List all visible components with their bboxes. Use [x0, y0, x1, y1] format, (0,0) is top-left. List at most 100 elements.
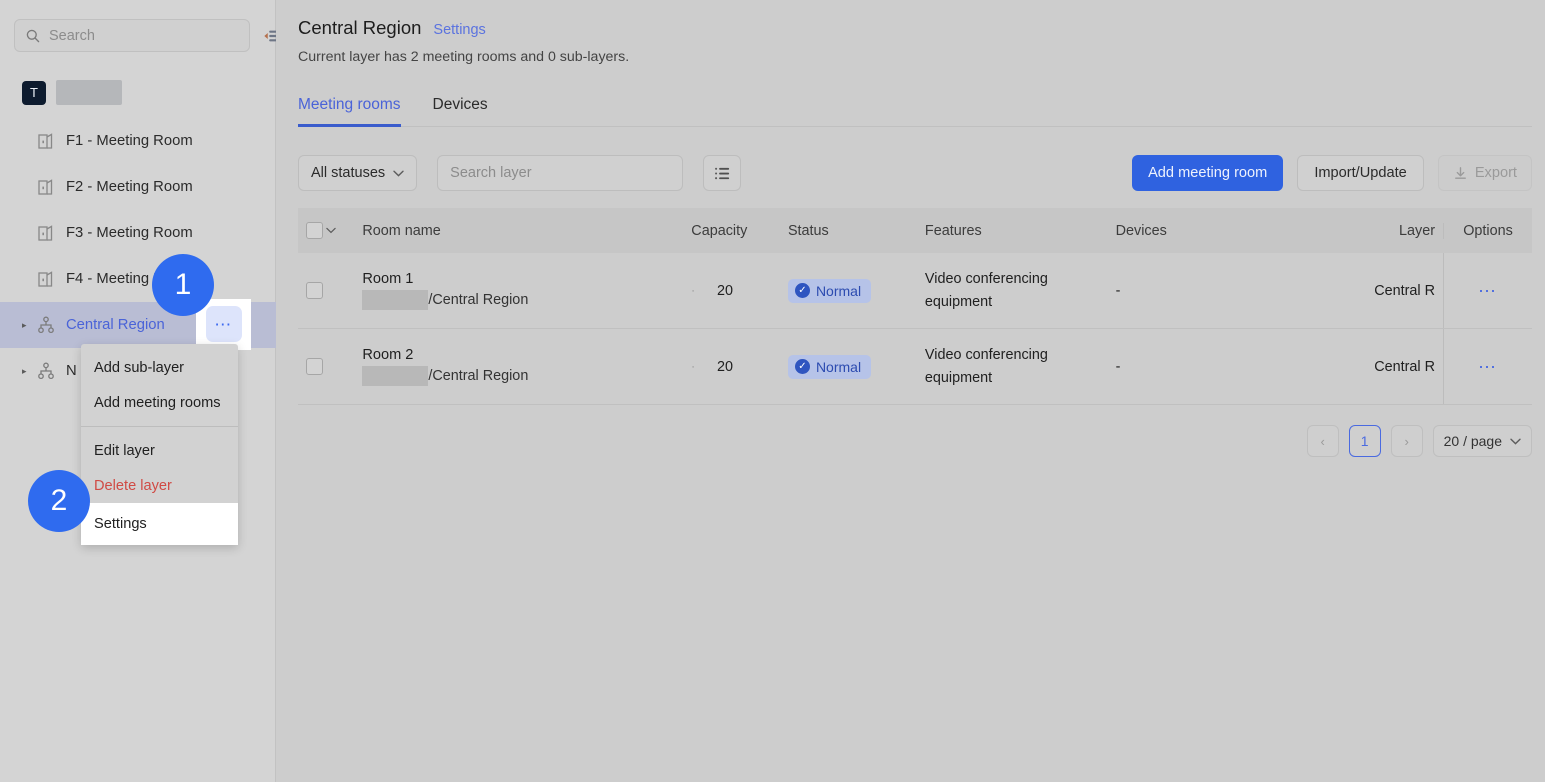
features-text: Video conferencing equipment: [924, 271, 1048, 310]
row-checkbox[interactable]: [306, 282, 323, 299]
status-badge: ✓ Normal: [787, 354, 872, 379]
column-header-capacity: Capacity: [691, 222, 748, 239]
column-header-devices: Devices: [1115, 222, 1167, 239]
menu-item-delete-layer[interactable]: Delete layer: [81, 468, 238, 503]
table-header-row: Room name Capacity Status Features Devic…: [298, 208, 1532, 253]
room-path-redacted: [362, 290, 429, 310]
room-path-suffix: /Central Region: [428, 368, 529, 384]
ellipsis-icon: ⋯: [214, 314, 234, 334]
org-logo: T: [22, 80, 46, 105]
search-layer-input[interactable]: Search layer: [437, 155, 684, 191]
table-toolbar: All statuses Search layer Add meeting ro…: [298, 155, 1532, 191]
cell-devices: -: [1115, 358, 1121, 375]
check-circle-icon: ✓: [794, 283, 810, 298]
list-settings-icon: [714, 167, 729, 179]
sidebar-item-f4-meeting-room[interactable]: F4 - Meeting Room: [0, 256, 276, 302]
cell-devices: -: [1115, 282, 1121, 299]
capacity-value: 20: [716, 282, 733, 299]
menu-item-add-meeting-rooms[interactable]: Add meeting rooms: [81, 385, 238, 420]
expand-caret-icon[interactable]: ▸: [22, 320, 36, 330]
column-header-options: Options: [1443, 222, 1532, 239]
table-row[interactable]: Room 2 /Central Region · 20 ✓ Normal Vid…: [298, 329, 1532, 405]
column-header-layer: Layer: [1399, 222, 1435, 239]
room-name-text: Room 1: [362, 271, 414, 287]
room-path-redacted: [362, 366, 429, 386]
cell-options: ⋯: [1443, 329, 1532, 404]
search-icon: [26, 29, 40, 42]
column-header-status: Status: [787, 222, 829, 239]
meeting-rooms-table: Room name Capacity Status Features Devic…: [298, 208, 1532, 405]
cell-room-name: Room 2 /Central Region: [354, 329, 683, 404]
tab-label: Meeting rooms: [298, 96, 401, 113]
tab-bar: Meeting rooms Devices: [298, 86, 1532, 127]
pagination: ‹ 1 › 20 / page: [1306, 425, 1532, 457]
cell-status: ✓ Normal: [780, 329, 917, 404]
menu-item-settings[interactable]: Settings: [81, 503, 238, 545]
header-settings-link[interactable]: Settings: [433, 22, 485, 38]
sidebar-item-f2-meeting-room[interactable]: F2 - Meeting Room: [0, 164, 276, 210]
organization-row[interactable]: T: [22, 80, 122, 105]
page-header: Central Region Settings: [298, 17, 486, 39]
row-options-ellipsis-icon[interactable]: ⋯: [1478, 282, 1498, 300]
pagination-page-1[interactable]: 1: [1348, 425, 1381, 457]
sidebar-item-f3-meeting-room[interactable]: F3 - Meeting Room: [0, 210, 276, 256]
app-root: Search T F1 - Meeting Room F2 - Meeting …: [0, 0, 1545, 782]
features-text: Video conferencing equipment: [924, 347, 1048, 386]
cell-layer: Central R: [1374, 282, 1435, 299]
sort-dot: ·: [691, 360, 695, 373]
add-meeting-room-button[interactable]: Add meeting room: [1132, 155, 1284, 191]
tab-label: Devices: [432, 96, 488, 113]
pagination-prev-button[interactable]: ‹: [1306, 425, 1339, 457]
toolbar-right-group: Add meeting room Import/Update Export: [1132, 155, 1532, 191]
cell-features: Video conferencing equipment: [917, 329, 1108, 404]
export-label: Export: [1474, 165, 1517, 181]
status-label: Normal: [815, 358, 862, 375]
cell-status: ✓ Normal: [780, 253, 917, 328]
building-icon: [38, 133, 53, 149]
export-button[interactable]: Export: [1437, 155, 1532, 191]
room-name-text: Room 2: [362, 347, 414, 363]
cell-features: Video conferencing equipment: [917, 253, 1108, 328]
hierarchy-icon: [38, 316, 54, 334]
row-select-cell: [298, 253, 354, 328]
tab-devices[interactable]: Devices: [433, 96, 488, 126]
status-filter-select[interactable]: All statuses: [298, 155, 418, 191]
check-circle-icon: ✓: [794, 359, 810, 374]
search-placeholder: Search: [49, 27, 95, 44]
cell-options: ⋯: [1443, 253, 1532, 328]
search-layer-placeholder: Search layer: [450, 165, 532, 181]
download-icon: [1454, 166, 1466, 179]
toolbar-left-group: All statuses Search layer: [298, 155, 742, 191]
row-options-ellipsis-icon[interactable]: ⋯: [1478, 358, 1498, 376]
menu-item-edit-layer[interactable]: Edit layer: [81, 433, 238, 468]
sidebar-item-f1-meeting-room[interactable]: F1 - Meeting Room: [0, 118, 276, 164]
page-size-value: 20 / page: [1443, 433, 1502, 449]
import-update-button[interactable]: Import/Update: [1297, 155, 1424, 191]
chevron-down-icon: [1510, 438, 1521, 445]
status-filter-value: All statuses: [311, 165, 386, 181]
column-settings-button[interactable]: [703, 155, 742, 191]
pagination-next-button[interactable]: ›: [1390, 425, 1423, 457]
building-icon: [38, 179, 53, 195]
page-subtitle: Current layer has 2 meeting rooms and 0 …: [298, 49, 630, 65]
table-row[interactable]: Room 1 /Central Region · 20 ✓ Normal Vid…: [298, 253, 1532, 329]
select-all-checkbox[interactable]: [306, 222, 323, 239]
menu-item-add-sub-layer[interactable]: Add sub-layer: [81, 350, 238, 385]
sidebar-item-label: N: [66, 363, 77, 379]
capacity-value: 20: [716, 358, 733, 375]
select-all-cell: [298, 222, 354, 239]
row-checkbox[interactable]: [306, 358, 323, 375]
page-size-select[interactable]: 20 / page: [1432, 425, 1532, 457]
tab-meeting-rooms[interactable]: Meeting rooms: [298, 96, 401, 127]
main-content: Central Region Settings Current layer ha…: [276, 0, 1545, 782]
sidebar-item-label: F2 - Meeting Room: [66, 179, 193, 195]
expand-caret-icon[interactable]: ▸: [22, 366, 36, 376]
building-icon: [38, 225, 53, 241]
layer-options-button[interactable]: ⋯: [206, 306, 242, 342]
cell-room-name: Room 1 /Central Region: [354, 253, 683, 328]
layer-context-menu: Add sub-layer Add meeting rooms Edit lay…: [81, 344, 238, 545]
chevron-down-icon[interactable]: [326, 227, 336, 234]
room-path: /Central Region: [362, 366, 528, 386]
search-input[interactable]: Search: [14, 19, 250, 52]
menu-divider: [81, 426, 238, 427]
